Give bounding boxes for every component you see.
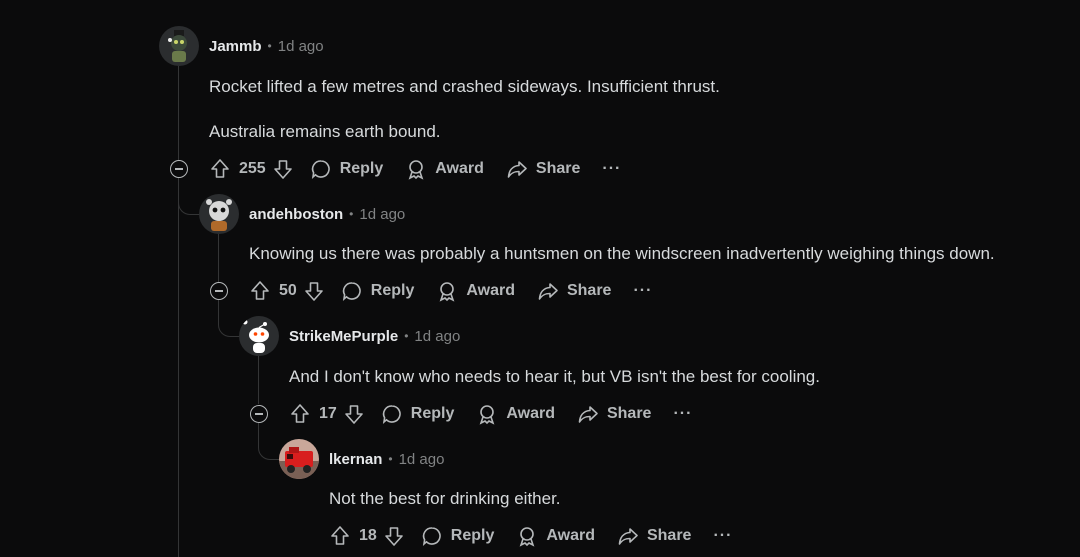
share-label: Share bbox=[566, 282, 612, 299]
comment-icon bbox=[311, 160, 330, 180]
downvote-icon bbox=[344, 405, 363, 424]
collapse-icon[interactable] bbox=[250, 405, 268, 423]
username[interactable]: andehboston bbox=[249, 206, 343, 223]
share-button[interactable]: Share bbox=[617, 525, 691, 547]
separator-dot: • bbox=[388, 452, 393, 466]
avatar[interactable] bbox=[279, 439, 319, 479]
downvote-button[interactable] bbox=[303, 280, 325, 302]
timestamp[interactable]: 1d ago bbox=[414, 328, 460, 345]
comment-actions: 17 Reply Award Share ··· bbox=[289, 402, 692, 426]
vote-count: 17 bbox=[319, 405, 337, 422]
comment-actions: 50 Reply Award Share ··· bbox=[249, 279, 652, 303]
username[interactable]: StrikeMePurple bbox=[289, 328, 398, 345]
upvote-icon bbox=[291, 404, 309, 423]
downvote-icon bbox=[384, 527, 403, 546]
downvote-button[interactable] bbox=[343, 403, 365, 425]
downvote-button[interactable] bbox=[383, 525, 405, 547]
comment-meta: StrikeMePurple • 1d ago bbox=[289, 326, 460, 346]
comment-actions: 255 Reply Award Share ··· bbox=[209, 157, 621, 181]
separator-dot: • bbox=[404, 329, 409, 343]
award-label: Award bbox=[546, 527, 595, 544]
comment-body-line: And I don't know who needs to hear it, b… bbox=[289, 367, 820, 386]
avatar[interactable] bbox=[199, 194, 239, 234]
award-button[interactable]: Award bbox=[516, 525, 595, 547]
reply-label: Reply bbox=[410, 405, 455, 422]
award-label: Award bbox=[506, 405, 555, 422]
avatar[interactable] bbox=[159, 26, 199, 66]
share-button[interactable]: Share bbox=[506, 158, 580, 180]
reply-button[interactable]: Reply bbox=[310, 158, 384, 180]
award-label: Award bbox=[466, 282, 515, 299]
thread-connector bbox=[218, 300, 241, 337]
upvote-icon bbox=[251, 281, 269, 300]
comment-actions: 18 Reply Award Share ··· bbox=[329, 524, 732, 548]
separator-dot: • bbox=[267, 39, 272, 53]
comment-body-line: Rocket lifted a few metres and crashed s… bbox=[209, 77, 720, 96]
upvote-icon bbox=[331, 526, 349, 545]
award-icon bbox=[520, 527, 535, 547]
collapse-icon[interactable] bbox=[170, 160, 188, 178]
reply-label: Reply bbox=[450, 527, 495, 544]
downvote-button[interactable] bbox=[272, 158, 294, 180]
thread-line-level-1[interactable] bbox=[178, 66, 179, 557]
timestamp[interactable]: 1d ago bbox=[399, 451, 445, 468]
reply-button[interactable]: Reply bbox=[341, 280, 415, 302]
upvote-icon bbox=[211, 159, 229, 178]
more-icon[interactable]: ··· bbox=[633, 282, 652, 300]
comment-body-line: Australia remains earth bound. bbox=[209, 122, 441, 141]
upvote-button[interactable] bbox=[249, 280, 271, 302]
thread-line-level-3[interactable] bbox=[258, 356, 259, 404]
avatar[interactable] bbox=[239, 316, 279, 356]
thread-line-level-2[interactable] bbox=[218, 234, 219, 282]
vote-count: 18 bbox=[359, 527, 377, 544]
username[interactable]: Jammb bbox=[209, 38, 262, 55]
award-icon bbox=[408, 160, 424, 180]
award-icon bbox=[440, 282, 455, 302]
vote-count: 50 bbox=[279, 282, 297, 299]
share-button[interactable]: Share bbox=[537, 280, 611, 302]
award-button[interactable]: Award bbox=[476, 403, 555, 425]
reply-button[interactable]: Reply bbox=[381, 403, 455, 425]
separator-dot: • bbox=[349, 207, 354, 221]
share-icon bbox=[507, 161, 527, 178]
more-icon[interactable]: ··· bbox=[602, 160, 621, 178]
vote-count: 255 bbox=[239, 160, 266, 177]
collapse-icon[interactable] bbox=[210, 282, 228, 300]
award-label: Award bbox=[435, 160, 484, 177]
comment-meta: lkernan • 1d ago bbox=[329, 449, 444, 469]
thread-connector bbox=[178, 178, 201, 215]
share-icon bbox=[618, 528, 638, 545]
upvote-button[interactable] bbox=[209, 158, 231, 180]
comment-body-line: Not the best for drinking either. bbox=[329, 489, 561, 508]
share-label: Share bbox=[606, 405, 652, 422]
comment-body-line: Knowing us there was probably a huntsmen… bbox=[249, 244, 995, 263]
award-button[interactable]: Award bbox=[436, 280, 515, 302]
comment-icon bbox=[422, 527, 441, 547]
timestamp[interactable]: 1d ago bbox=[278, 38, 324, 55]
comment-meta: andehboston • 1d ago bbox=[249, 204, 405, 224]
reply-label: Reply bbox=[370, 282, 415, 299]
comment-icon bbox=[342, 282, 361, 302]
upvote-button[interactable] bbox=[289, 403, 311, 425]
share-icon bbox=[538, 283, 558, 300]
comment-icon bbox=[382, 405, 401, 425]
award-button[interactable]: Award bbox=[405, 158, 484, 180]
reply-button[interactable]: Reply bbox=[421, 525, 495, 547]
username[interactable]: lkernan bbox=[329, 451, 382, 468]
upvote-button[interactable] bbox=[329, 525, 351, 547]
share-icon bbox=[578, 406, 598, 423]
timestamp[interactable]: 1d ago bbox=[359, 206, 405, 223]
downvote-icon bbox=[273, 160, 292, 179]
share-label: Share bbox=[646, 527, 692, 544]
downvote-icon bbox=[304, 282, 323, 301]
thread-connector bbox=[258, 423, 281, 460]
more-icon[interactable]: ··· bbox=[673, 405, 692, 423]
comment-meta: Jammb • 1d ago bbox=[209, 36, 324, 56]
award-icon bbox=[480, 405, 495, 425]
share-label: Share bbox=[535, 160, 581, 177]
share-button[interactable]: Share bbox=[577, 403, 651, 425]
more-icon[interactable]: ··· bbox=[713, 527, 732, 545]
reply-label: Reply bbox=[339, 160, 384, 177]
